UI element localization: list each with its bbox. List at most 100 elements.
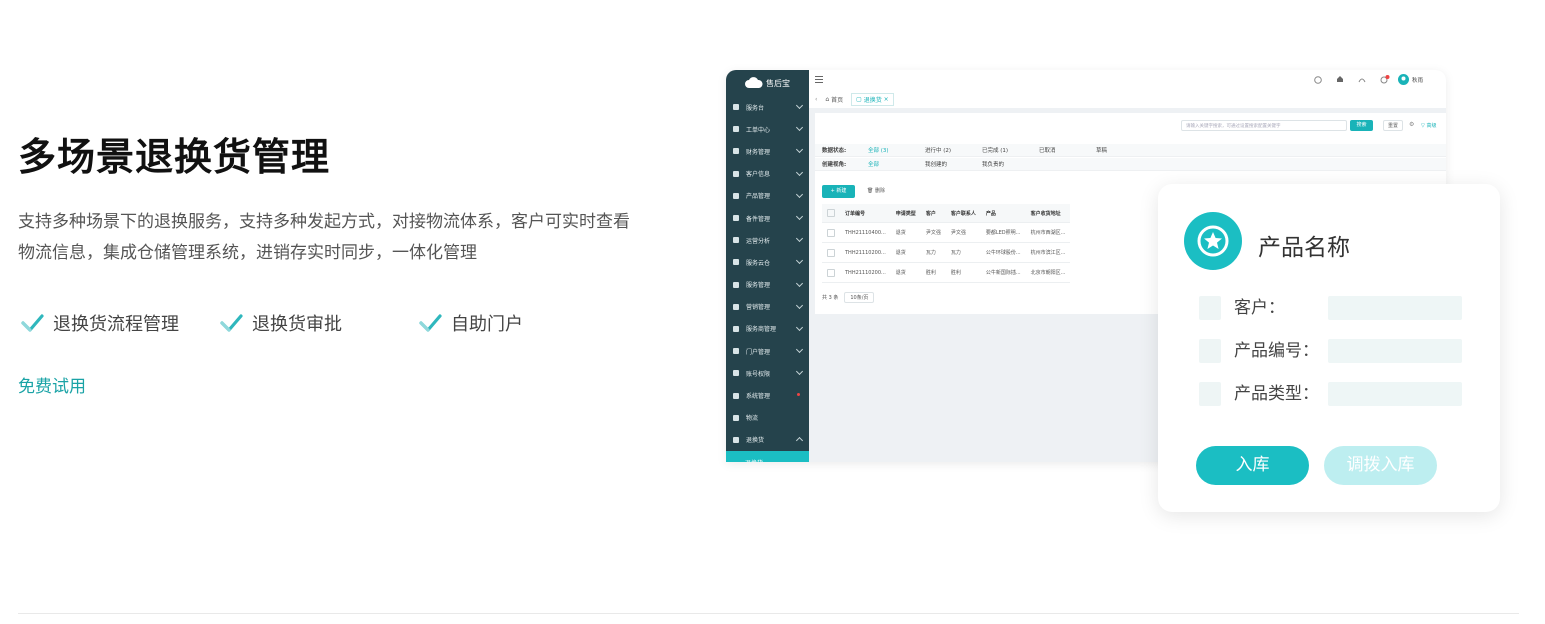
menu-item-icon: [733, 170, 739, 177]
column-header[interactable]: 产品: [980, 204, 1026, 223]
table-cell: 退货: [890, 222, 921, 243]
column-header[interactable]: 订单编号: [840, 204, 891, 223]
menu-icon[interactable]: [815, 76, 823, 83]
column-header[interactable]: 申请类型: [890, 204, 921, 223]
sidebar-item[interactable]: 客户信息: [726, 163, 809, 185]
chevron-down-icon: [795, 190, 804, 198]
table-cell: 北京市朝阳区...: [1025, 262, 1071, 283]
menu-item-icon: [733, 237, 739, 244]
field-value[interactable]: [1328, 339, 1462, 363]
sidebar-item[interactable]: 运营分析: [726, 229, 809, 251]
table-row[interactable]: THH21110400... 退货 尹文强 尹文强 要都LED照明... 杭州市西湖区..…: [822, 222, 1071, 243]
chevron-left-icon[interactable]: ‹: [815, 96, 817, 103]
sidebar-item[interactable]: 服务台: [726, 96, 809, 118]
table-cell: 杭州市滨江区...: [1025, 242, 1071, 263]
home-icon[interactable]: [1336, 75, 1344, 83]
help-icon[interactable]: [1314, 76, 1322, 84]
chevron-up-icon: [795, 436, 804, 444]
sidebar-item-label: 门户管理: [746, 348, 771, 356]
sidebar-item[interactable]: 备件管理: [726, 207, 809, 229]
sidebar: 售后宝 服务台 工单中心财务管理客户信息 产品管理备件管理运营分析服务云仓服务管理营…: [726, 70, 809, 462]
sidebar-item[interactable]: 账号权限: [726, 362, 809, 384]
notification-dot: [797, 393, 800, 397]
chevron-down-icon: [795, 346, 804, 354]
column-header[interactable]: 客户收货地址: [1025, 204, 1071, 223]
table-cell: 杭州市西湖区...: [1025, 222, 1071, 243]
feature-list: 退换货流程管理 退换货审批 自助门户: [18, 310, 658, 338]
table-cell: 退货: [890, 242, 921, 263]
filter-option[interactable]: 全部: [868, 160, 879, 168]
filter-option[interactable]: 我负责的: [982, 160, 1004, 168]
download-icon[interactable]: [1358, 76, 1366, 84]
row-checkbox[interactable]: [822, 222, 840, 243]
search-button[interactable]: 搜索: [1350, 120, 1373, 131]
menu-item-icon: [733, 281, 739, 288]
sidebar-item-label: 财务管理: [746, 148, 771, 156]
menu-item-icon: [733, 215, 739, 222]
delete-button[interactable]: 🗑 删除: [867, 185, 885, 198]
table-cell: 要都LED照明...: [980, 222, 1026, 243]
filter-option[interactable]: 进行中 (2): [925, 146, 951, 154]
table-cell: 尹文强: [945, 222, 981, 243]
filter-option[interactable]: 全部 (3): [868, 146, 889, 154]
select-all-checkbox[interactable]: [822, 204, 840, 223]
advanced-filter-button[interactable]: ▽ 高级: [1421, 122, 1436, 129]
sidebar-item[interactable]: 财务管理: [726, 140, 809, 162]
app-logo: 售后宝: [726, 70, 809, 96]
sidebar-item-label: 服务管理: [746, 282, 771, 290]
bell-icon[interactable]: [1380, 75, 1390, 84]
row-checkbox[interactable]: [822, 242, 840, 263]
menu-item-icon: [733, 192, 739, 199]
field-value[interactable]: [1328, 296, 1462, 320]
free-trial-link[interactable]: 免费试用: [18, 372, 86, 397]
table-cell: 尹文强: [920, 222, 946, 243]
feature-item: 退换货流程管理: [20, 310, 179, 336]
filter-option[interactable]: 已取消: [1039, 146, 1056, 154]
column-header[interactable]: 客户联系人: [945, 204, 981, 223]
row-checkbox[interactable]: [822, 262, 840, 283]
page-size-select[interactable]: 10条/页: [844, 292, 875, 303]
sidebar-item[interactable]: 服务管理: [726, 274, 809, 296]
sidebar-item[interactable]: 服务商管理: [726, 318, 809, 340]
field-label: 客户：: [1234, 298, 1285, 318]
orders-table: 订单编号 申请类型 客户 客户联系人 产品 客户收货地址 THH21110400... 退货…: [822, 204, 1071, 283]
sidebar-item[interactable]: 系统管理: [726, 384, 809, 406]
chevron-down-icon: [795, 168, 804, 176]
sidebar-subitem-returns[interactable]: 退换货: [726, 451, 809, 462]
table-row[interactable]: THH21110200... 退货 胜利 胜利 公牛新国际插... 北京市朝阳区...: [822, 262, 1071, 283]
sidebar-item[interactable]: 工单中心: [726, 118, 809, 140]
menu-item-icon: [733, 325, 739, 332]
sidebar-item-label: 账号权限: [746, 370, 771, 378]
star-badge-icon: [1184, 212, 1242, 270]
sidebar-item[interactable]: 产品管理: [726, 185, 809, 207]
search-input[interactable]: 请输入关键字搜索，可通过设置搜索配置关键字: [1181, 120, 1347, 131]
transfer-in-button[interactable]: 调拨入库: [1324, 446, 1437, 485]
add-button[interactable]: + 新建: [822, 185, 855, 198]
sidebar-item[interactable]: 营销管理: [726, 296, 809, 318]
field-value[interactable]: [1328, 382, 1462, 406]
filter-option[interactable]: 已完成 (1): [982, 146, 1008, 154]
pagination: 共 3 条 10条/页: [822, 292, 875, 303]
tab-home[interactable]: ⌂ 首页: [825, 95, 843, 104]
sidebar-item-label: 物流: [746, 415, 759, 423]
field-label: 产品编号：: [1234, 341, 1319, 361]
column-header[interactable]: 客户: [920, 204, 946, 223]
avatar[interactable]: [1398, 74, 1409, 85]
sidebar-item[interactable]: 门户管理: [726, 340, 809, 362]
tab-returns[interactable]: ▢ 退换货 ×: [851, 92, 894, 106]
chevron-down-icon: [795, 235, 804, 243]
field-icon: [1199, 296, 1221, 320]
sidebar-item[interactable]: 物流: [726, 407, 809, 429]
sidebar-item[interactable]: 服务云仓: [726, 251, 809, 273]
sidebar-item-label: 备件管理: [746, 215, 771, 223]
table-row[interactable]: THH21110200... 退货 瓦力 瓦力 公牛环球股份... 杭州市滨江区...: [822, 242, 1071, 263]
stock-in-button[interactable]: 入库: [1196, 446, 1309, 485]
filter-option[interactable]: 我创建的: [925, 160, 947, 168]
sidebar-item-label: 运营分析: [746, 237, 771, 245]
check-icon: [21, 314, 44, 332]
settings-icon[interactable]: ⚙: [1409, 121, 1414, 128]
sidebar-item-label: 系统管理: [746, 393, 771, 401]
sidebar-item[interactable]: 退换货: [726, 429, 809, 451]
reset-button[interactable]: 重置: [1383, 120, 1403, 131]
filter-option[interactable]: 草稿: [1096, 146, 1107, 154]
